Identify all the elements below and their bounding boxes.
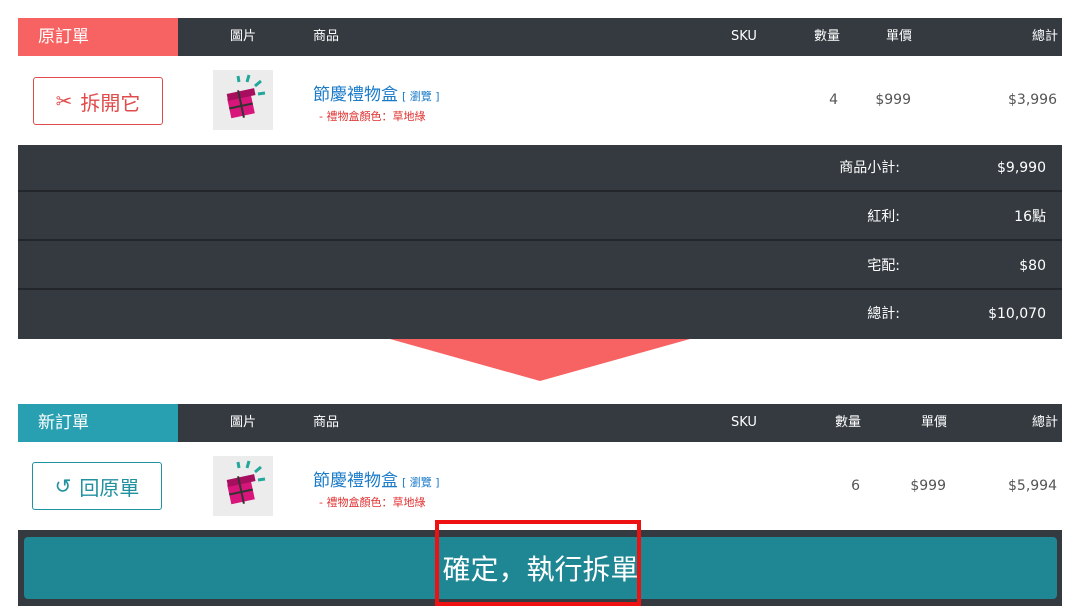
item-unit-price: $999 xyxy=(875,92,911,108)
browse-link[interactable]: [ 瀏覽 ] xyxy=(402,476,440,489)
gift-box-icon xyxy=(226,460,266,505)
col-sku: SKU xyxy=(731,415,757,430)
col-unit-price: 單價 xyxy=(921,415,948,430)
summary-label: 紅利: xyxy=(867,209,900,225)
summary-value: $10,070 xyxy=(988,306,1046,322)
product-thumbnail[interactable] xyxy=(213,70,273,130)
confirm-split-label: 確定，執行拆單 xyxy=(442,553,639,586)
gift-box-icon xyxy=(226,74,266,119)
summary-value: $9,990 xyxy=(997,160,1046,176)
original-order-tag: 原訂單 xyxy=(18,18,178,56)
col-product: 商品 xyxy=(313,29,340,44)
original-order-header: 原訂單 圖片 商品 SKU 數量 單價 總計 xyxy=(18,18,1062,56)
new-order-tag: 新訂單 xyxy=(18,404,178,442)
col-image: 圖片 xyxy=(230,29,257,44)
product-variant: - 禮物盒顏色：草地綠 xyxy=(319,110,426,123)
split-button-label: 拆開它 xyxy=(80,90,141,115)
col-image: 圖片 xyxy=(230,415,257,430)
browse-link[interactable]: [ 瀏覽 ] xyxy=(402,90,440,103)
col-total: 總計 xyxy=(1032,415,1059,430)
col-unit-price: 單價 xyxy=(886,29,913,44)
item-unit-price: $999 xyxy=(910,478,946,494)
item-qty: 6 xyxy=(851,478,860,494)
summary-value: $80 xyxy=(1019,258,1046,274)
confirm-split-button[interactable]: 確定，執行拆單 xyxy=(24,537,1057,599)
new-order-item-row: ↺ 回原單 節慶禮物盒 [ 瀏覽 ] - 禮物盒顏色：草地綠 6 $999 $5,… xyxy=(18,442,1062,532)
item-qty: 4 xyxy=(829,92,838,108)
summary-label: 商品小計: xyxy=(839,160,900,176)
summary-subtotal: 商品小計: $9,990 xyxy=(18,145,1062,192)
product-name-link[interactable]: 節慶禮物盒 [ 瀏覽 ] xyxy=(313,466,440,491)
new-order-header: 新訂單 圖片 商品 SKU 數量 單價 總計 xyxy=(18,404,1062,442)
summary-label: 總計: xyxy=(867,306,900,322)
product-name: 節慶禮物盒 xyxy=(313,471,398,491)
order-summary: 商品小計: $9,990 紅利: 16點 宅配: $80 總計: $10,070 xyxy=(18,145,1062,339)
revert-button-label: 回原單 xyxy=(79,475,140,500)
revert-button[interactable]: ↺ 回原單 xyxy=(32,462,162,510)
col-sku: SKU xyxy=(731,29,757,44)
col-product: 商品 xyxy=(313,415,340,430)
scissors-icon: ✂ xyxy=(55,89,73,113)
product-thumbnail[interactable] xyxy=(213,456,273,516)
product-name: 節慶禮物盒 xyxy=(313,85,398,105)
undo-icon: ↺ xyxy=(54,474,72,498)
summary-value: 16點 xyxy=(1014,209,1046,225)
product-variant: - 禮物盒顏色：草地綠 xyxy=(319,496,426,509)
summary-total: 總計: $10,070 xyxy=(18,291,1062,338)
summary-bonus: 紅利: 16點 xyxy=(18,194,1062,241)
col-qty: 數量 xyxy=(814,29,841,44)
confirm-bar: 確定，執行拆單 xyxy=(18,530,1062,606)
summary-shipping: 宅配: $80 xyxy=(18,243,1062,290)
down-arrow-icon xyxy=(390,339,690,381)
product-name-link[interactable]: 節慶禮物盒 [ 瀏覽 ] xyxy=(313,80,440,105)
item-total: $3,996 xyxy=(1008,92,1057,108)
split-button[interactable]: ✂ 拆開它 xyxy=(33,77,163,125)
col-total: 總計 xyxy=(1032,29,1059,44)
original-order-item-row: ✂ 拆開它 節慶禮物盒 [ 瀏覽 ] - 禮物盒顏色：草地綠 4 $999 $3,… xyxy=(18,56,1062,146)
summary-label: 宅配: xyxy=(867,258,900,274)
item-total: $5,994 xyxy=(1008,478,1057,494)
col-qty: 數量 xyxy=(835,415,862,430)
